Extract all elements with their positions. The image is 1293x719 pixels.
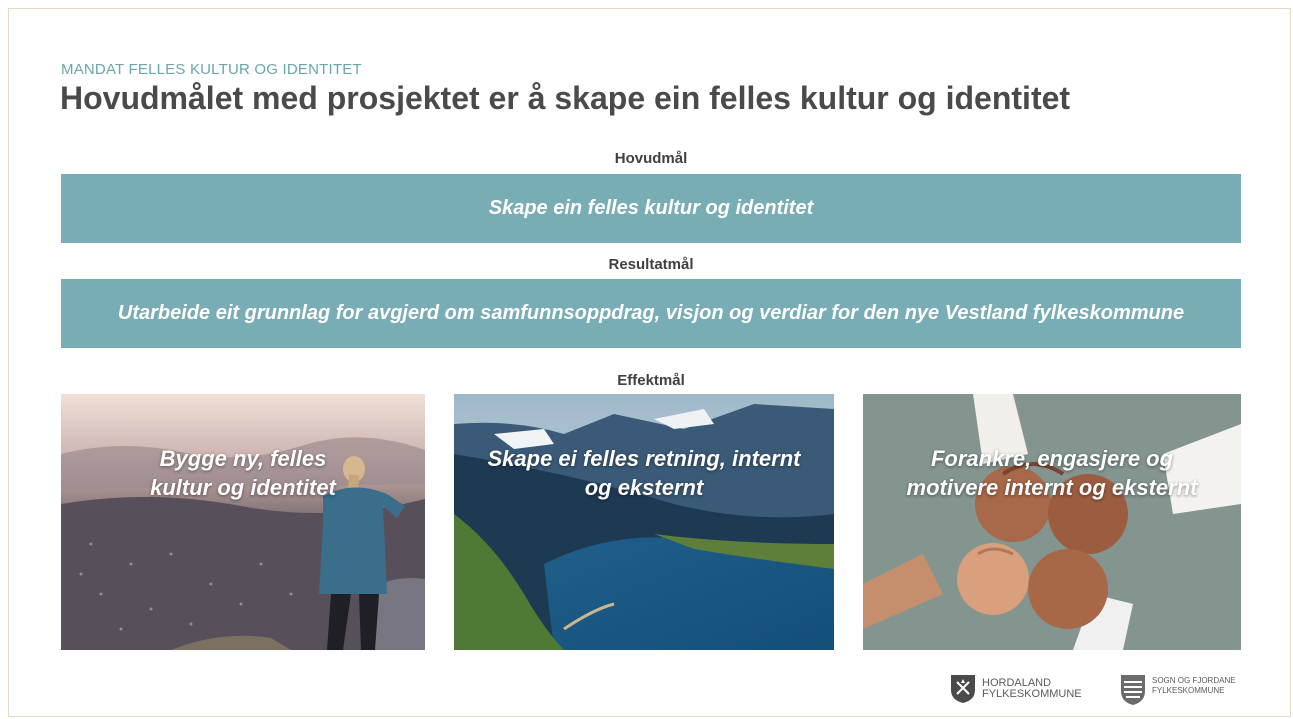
effect-card-hands-caption: Forankre, engasjere og motivere internt … [863,444,1241,502]
hordaland-logo: HORDALAND FYLKESKOMMUNE [950,674,1082,704]
main-goal-text: Skape ein felles kultur og identitet [488,197,814,219]
slide-title: Hovudmålet med prosjektet er å skape ein… [60,80,1071,116]
effect-card-fjord: Skape ei felles retning, internt og ekst… [454,394,834,650]
hordaland-crest-icon [951,675,975,703]
effect-card-city-caption: Bygge ny, felles kultur og identitet [61,444,425,502]
effect-card-fjord-caption: Skape ei felles retning, internt og ekst… [454,444,834,502]
result-goal-label: Resultatmål [608,256,694,273]
caption-line: motivere internt og eksternt [906,475,1198,500]
effect-goals-label: Effektmål [617,372,685,389]
main-goal-label: Hovudmål [614,150,688,167]
fjord-photo [454,394,834,650]
sogn-fjordane-logo: SOGN OG FJORDANE FYLKESKOMMUNE [1120,674,1236,706]
logo-text: SOGN OG FJORDANE [1152,676,1236,685]
result-goal-text: Utarbeide eit grunnlag for avgjerd om sa… [117,302,1185,324]
caption-line: kultur og identitet [150,475,336,500]
result-goal-bar: Utarbeide eit grunnlag for avgjerd om sa… [61,279,1241,348]
caption-line: Skape ei felles retning, internt [487,446,801,471]
effect-card-hands: Forankre, engasjere og motivere internt … [863,394,1241,650]
logo-text: FYLKESKOMMUNE [1152,686,1225,695]
logo-text: FYLKESKOMMUNE [982,688,1082,700]
effect-card-city: Bygge ny, felles kultur og identitet [61,394,425,650]
caption-line: og eksternt [584,475,704,500]
sogn-fjordane-crest-icon [1121,675,1145,705]
main-goal-bar: Skape ein felles kultur og identitet [61,174,1241,243]
slide-kicker: MANDAT FELLES KULTUR OG IDENTITET [61,61,362,78]
caption-line: Forankre, engasjere og [930,446,1174,471]
caption-line: Bygge ny, felles [159,446,327,471]
joined-fists-photo [863,394,1241,650]
city-view-photo [61,394,425,650]
